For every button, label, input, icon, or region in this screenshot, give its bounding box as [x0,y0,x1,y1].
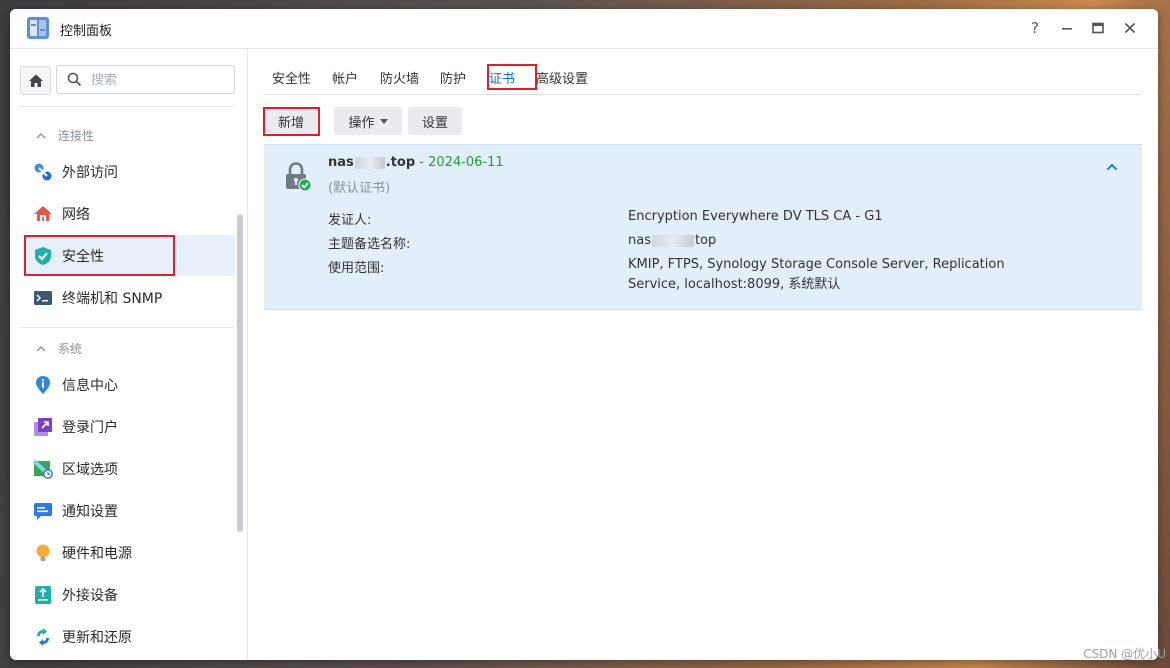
sidebar-item-label: 登录门户 [62,419,118,436]
usage-value: KMIP, FTPS, Synology Storage Console Ser… [628,257,1005,292]
san-prefix: nas [628,233,651,248]
certificate-name: nas .top - 2024-06-11 [328,155,504,170]
certificate-row[interactable]: nas .top - 2024-06-11 (默认证书) 发证人: Encrypt… [264,144,1142,310]
minimize-button[interactable] [1057,18,1077,38]
issuer-value: Encryption Everywhere DV TLS CA - G1 [628,209,883,224]
home-icon [28,74,43,87]
sidebar-item-label: 外部访问 [62,164,118,181]
sidebar-item-label: 终端机和 SNMP [62,290,163,307]
sidebar-item-login-portal[interactable]: 登录门户 [24,406,235,447]
terminal-icon [33,288,53,308]
sidebar-item-label: 网络 [62,206,90,223]
sidebar-item-external-devices[interactable]: 外接设备 [24,574,235,615]
add-button[interactable]: 新增 [265,107,317,135]
update-restore-icon [33,627,53,647]
group-header-system[interactable]: 系统 [36,340,82,357]
chevron-up-icon [36,345,46,351]
sidebar-item-info-center[interactable]: 信息中心 [24,364,235,405]
sidebar-item-label: 信息中心 [62,377,118,394]
control-panel-window: 控制面板 ? 连接性 外部访问 [10,9,1158,660]
main-panel: 安全性 帐户 防火墙 防护 证书 高级设置 新增 操作 设置 nas .top … [248,49,1158,660]
tab-security[interactable]: 安全性 [272,68,311,87]
san-label: 主题备选名称: [328,237,411,252]
sidebar-item-update-restore[interactable]: 更新和还原 [24,616,235,657]
watermark: CSDN @优小U [1083,647,1166,661]
minimize-icon [1062,28,1072,30]
divider [20,327,234,328]
login-portal-icon [33,417,53,437]
tab-protection[interactable]: 防护 [440,68,466,87]
caret-down-icon [379,118,388,124]
title-bar: 控制面板 ? [10,9,1158,49]
security-shield-icon [33,246,53,266]
action-label: 操作 [348,115,375,131]
sidebar-item-network[interactable]: 网络 [24,193,235,234]
regional-options-icon [33,459,53,479]
tab-certificate[interactable]: 证书 [489,68,515,87]
maximize-button[interactable] [1088,18,1108,38]
sidebar-item-regional-options[interactable]: 区域选项 [24,448,235,489]
window-title: 控制面板 [60,24,113,39]
sidebar-item-hardware-power[interactable]: 硬件和电源 [24,532,235,573]
hardware-power-icon [33,543,53,563]
san-suffix: top [694,233,717,248]
sidebar-scrollbar[interactable] [237,214,243,532]
search-icon [67,72,82,87]
info-center-icon [33,375,53,395]
settings-button[interactable]: 设置 [408,107,462,135]
tab-advanced-settings[interactable]: 高级设置 [536,68,588,87]
sidebar-item-label: 更新和还原 [62,629,132,646]
lock-verified-icon [286,162,312,192]
chevron-up-icon[interactable] [1106,163,1118,171]
issuer-label: 发证人: [328,213,372,228]
group-label: 系统 [58,342,83,356]
search-box [56,65,235,94]
sidebar-item-terminal-snmp[interactable]: 终端机和 SNMP [24,277,235,318]
san-value: nas top [628,231,1058,251]
close-button[interactable] [1120,18,1140,38]
search-input[interactable] [89,69,231,91]
sidebar-item-external-access[interactable]: 外部访问 [24,151,235,192]
cert-expiry-date: 2024-06-11 [428,155,504,170]
default-cert-note: (默认证书) [328,181,391,196]
sidebar: 连接性 外部访问 网络 安全性 终端机和 SNMP [10,49,248,660]
maximize-icon [1092,22,1104,34]
external-access-icon [33,162,53,182]
home-button[interactable] [20,66,51,95]
cert-dash: - [415,155,429,170]
tab-bar: 安全性 帐户 防火墙 防护 证书 高级设置 [263,63,1142,95]
cert-name-prefix: nas [328,155,354,170]
sidebar-item-notification[interactable]: 通知设置 [24,490,235,531]
tab-firewall[interactable]: 防火墙 [380,68,419,87]
tab-account[interactable]: 帐户 [332,68,358,87]
group-header-connectivity[interactable]: 连接性 [36,127,94,144]
redacted-block [354,156,385,169]
chevron-up-icon [36,132,46,138]
close-icon [1124,22,1136,34]
action-dropdown-button[interactable]: 操作 [334,107,402,135]
help-button[interactable]: ? [1025,18,1045,38]
notification-icon [33,501,53,521]
sidebar-item-label: 区域选项 [62,461,118,478]
external-devices-icon [33,585,53,605]
redacted-block [651,234,694,247]
cert-name-suffix: .top [385,155,416,170]
divider [20,106,234,107]
sidebar-item-security[interactable]: 安全性 [24,235,235,276]
group-label: 连接性 [58,129,95,143]
control-panel-app-icon [27,17,49,39]
sidebar-item-label: 外接设备 [62,587,118,604]
sidebar-item-label: 硬件和电源 [62,545,132,562]
usage-label: 使用范围: [328,261,385,276]
sidebar-item-label: 通知设置 [62,503,118,520]
sidebar-item-label: 安全性 [62,248,104,265]
network-icon [33,204,53,224]
